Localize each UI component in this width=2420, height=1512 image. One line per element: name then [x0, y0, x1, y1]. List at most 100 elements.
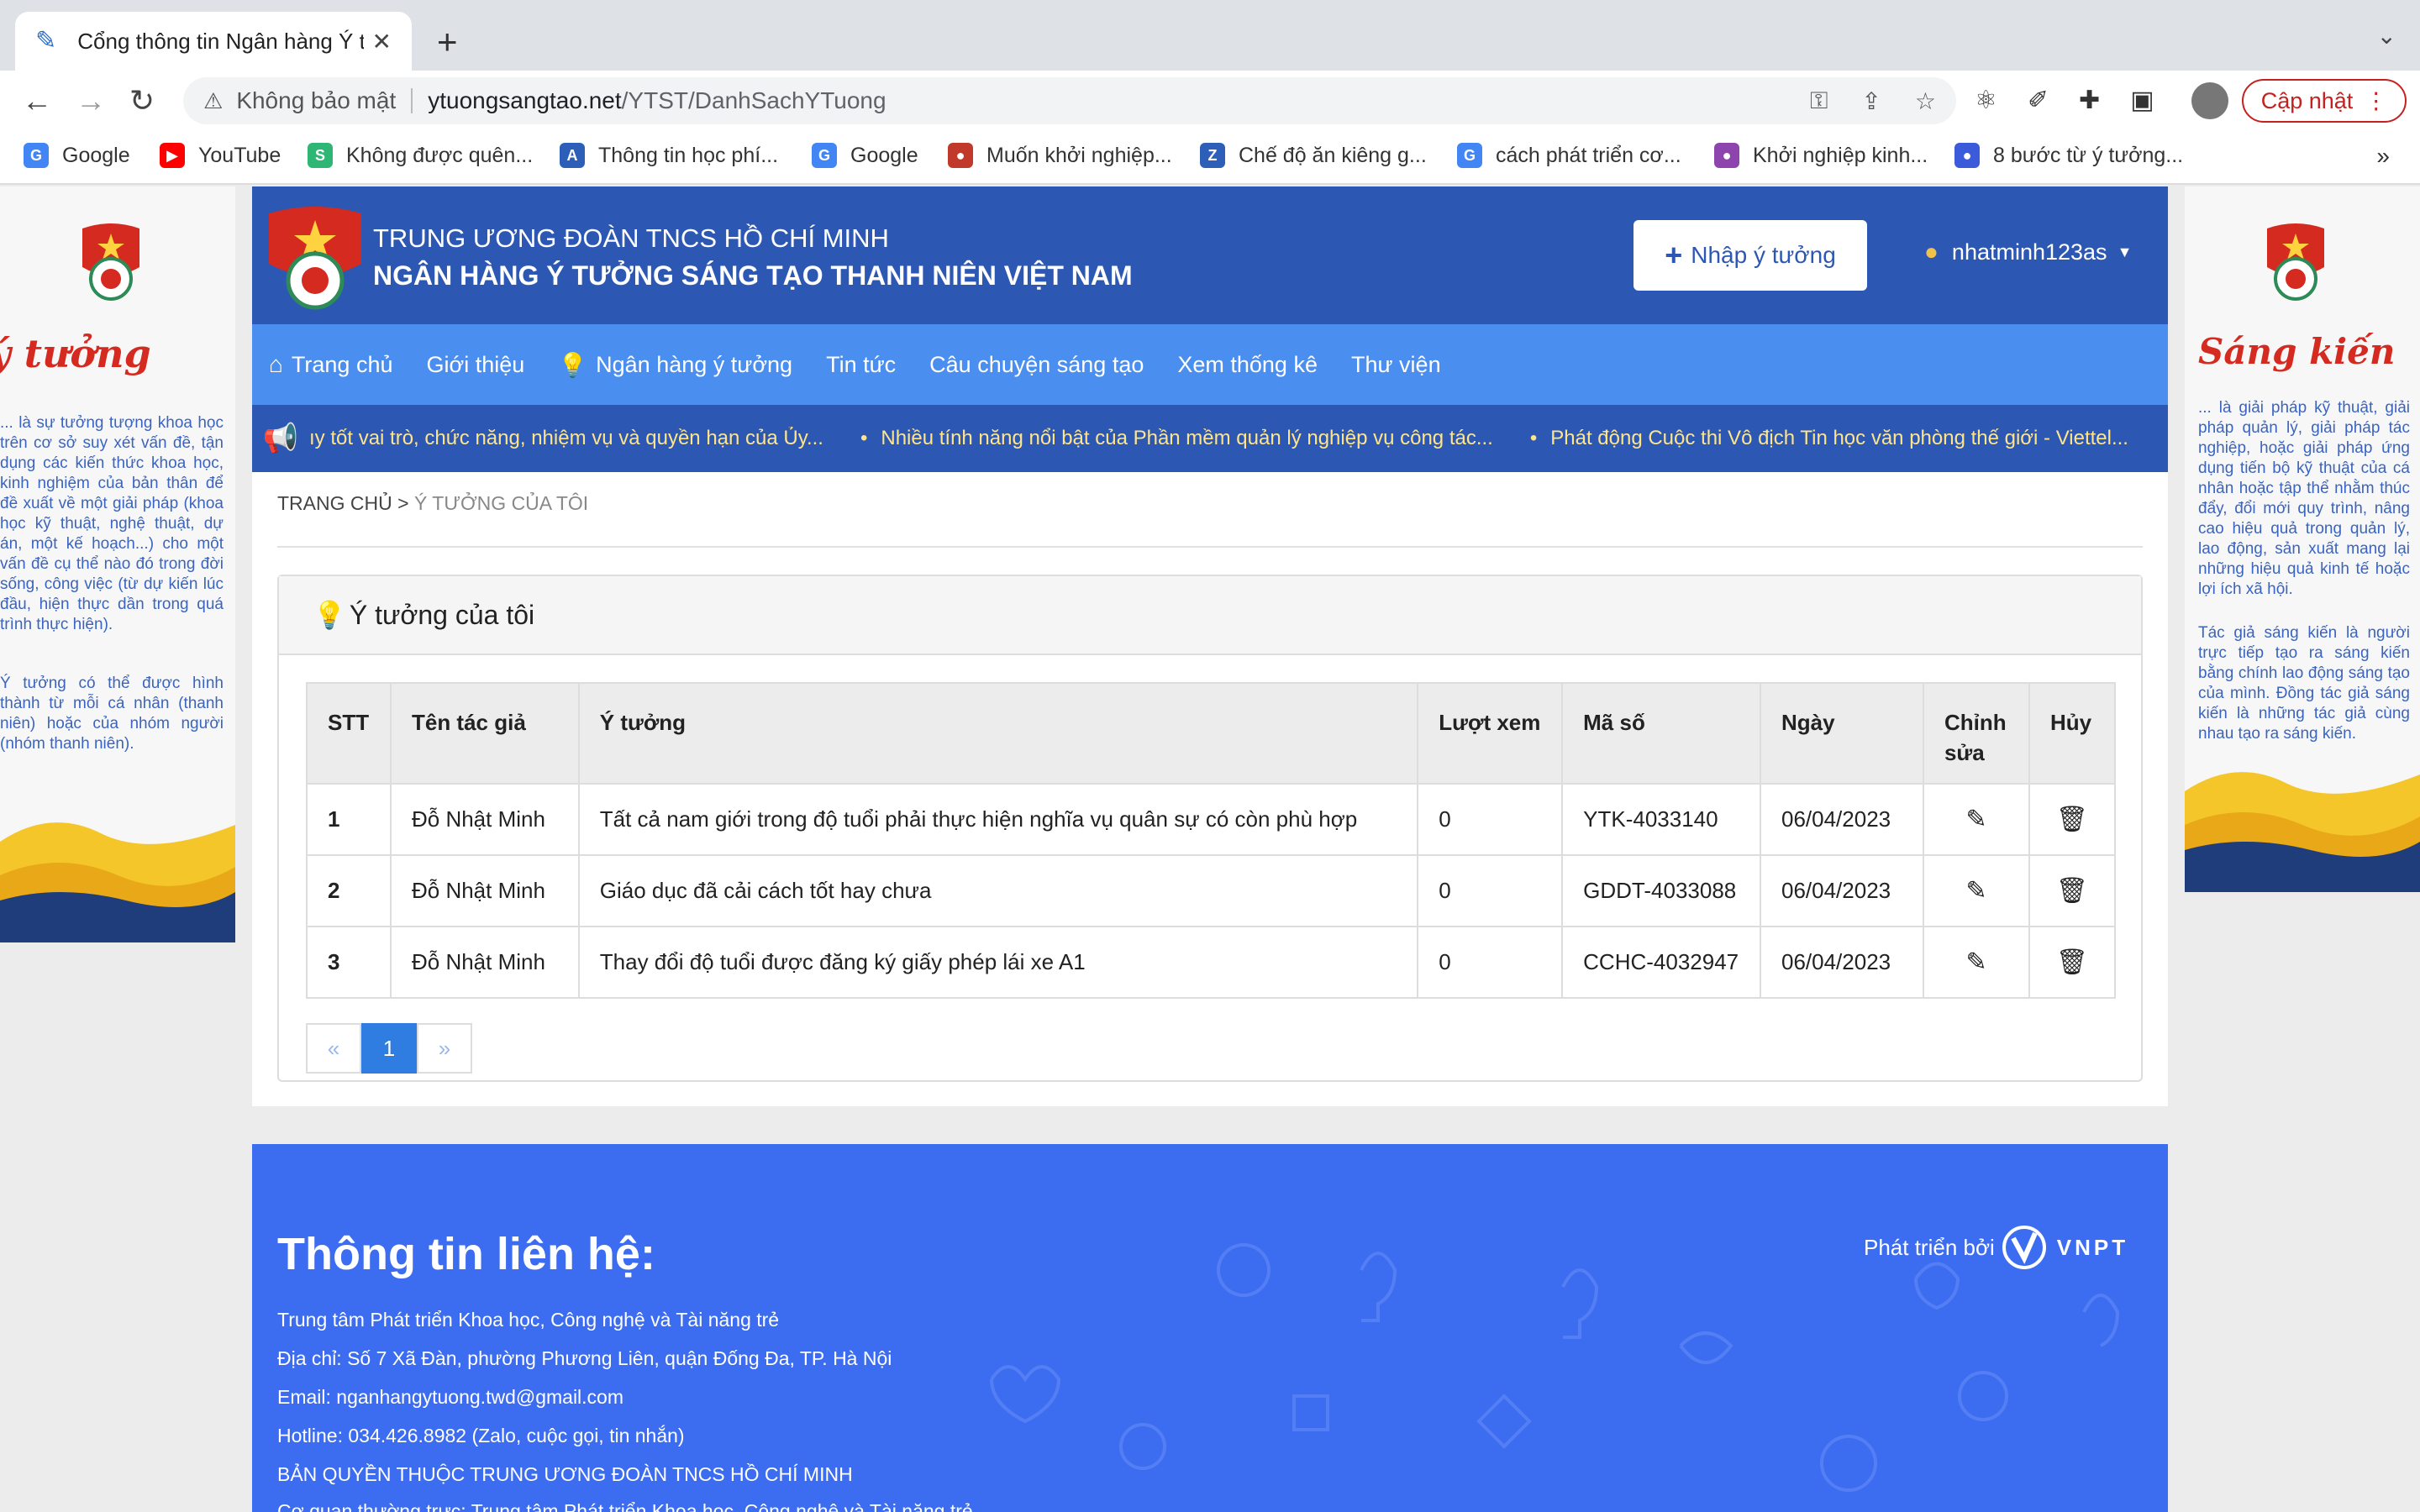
reload-icon[interactable]: ↻: [129, 82, 155, 119]
key-icon[interactable]: ⚿: [1810, 87, 1828, 115]
edit-icon[interactable]: ✎: [1922, 926, 2030, 999]
breadcrumb-home[interactable]: TRANG CHỦ: [277, 492, 392, 514]
site-header: TRUNG ƯƠNG ĐOÀN TNCS HỒ CHÍ MINH NGÂN HÀ…: [252, 186, 2168, 324]
bookmark-item[interactable]: ▶ YouTube: [160, 143, 281, 168]
footer-line[interactable]: Email: nganhangytuong.twd@gmail.com: [277, 1386, 623, 1409]
kebab-menu-icon[interactable]: ⋮: [2365, 88, 2387, 114]
ticker-item[interactable]: Nhiều tính năng nổi bật của Phần mềm quả…: [860, 427, 1492, 450]
user-menu[interactable]: ● nhatminh123as ▼: [1924, 239, 2132, 265]
nav-label: Xem thống kê: [1177, 351, 1318, 377]
bookmark-item[interactable]: G Google: [812, 143, 918, 168]
pagination-prev[interactable]: «: [306, 1023, 361, 1074]
bookmark-item[interactable]: ● Muốn khởi nghiệp...: [948, 143, 1172, 168]
cell-idea[interactable]: Giáo dục đã cải cách tốt hay chưa: [577, 854, 1419, 927]
nav-item-idea-bank[interactable]: 💡 Ngân hàng ý tưởng: [558, 351, 792, 379]
nav-item-news[interactable]: Tin tức: [826, 352, 896, 378]
ticker-item[interactable]: Phát động Cuộc thi Vô địch Tin học văn p…: [1530, 427, 2128, 450]
username: nhatminh123as: [1951, 239, 2107, 265]
warning-triangle-icon[interactable]: ⚠: [203, 88, 223, 114]
cell-idea[interactable]: Tất cả nam giới trong độ tuổi phải thực …: [577, 783, 1419, 856]
main-container: TRUNG ƯƠNG ĐOÀN TNCS HỒ CHÍ MINH NGÂN HÀ…: [252, 186, 2168, 1106]
profile-avatar[interactable]: [2191, 82, 2228, 119]
nav-item-statistics[interactable]: Xem thống kê: [1177, 352, 1318, 378]
web-page: ý tưởng ... là sự tưởng tượng khoa học t…: [0, 186, 2420, 1512]
submit-idea-button[interactable]: + Nhập ý tưởng: [1634, 220, 1867, 291]
footer-line: Địa chỉ: Số 7 Xã Đàn, phường Phương Liên…: [277, 1347, 892, 1369]
edit-icon[interactable]: ✎: [1922, 854, 2030, 927]
bookmark-label: YouTube: [198, 143, 281, 167]
footer-line: Hotline: 034.426.8982 (Zalo, cuộc gọi, t…: [277, 1425, 685, 1446]
site-footer: Thông tin liên hệ: Trung tâm Phát triển …: [252, 1144, 2168, 1512]
table-header-row: STT Tên tác giả Ý tưởng Lượt xem Mã số N…: [306, 682, 2117, 785]
trash-icon[interactable]: 🗑: [2028, 854, 2117, 927]
pagination: « 1 »: [306, 1023, 472, 1074]
nav-item-stories[interactable]: Câu chuyện sáng tạo: [929, 352, 1144, 378]
new-tab-button[interactable]: +: [437, 18, 458, 66]
url-text[interactable]: ytuongsangtao.net/YTST/DanhSachYTuong: [428, 87, 886, 114]
bookmark-item[interactable]: Gcách phát triển cơ...: [1457, 143, 1681, 168]
side-panel-icon[interactable]: ▣: [2130, 86, 2154, 115]
news-ticker: 📢 ıy tốt vai trò, chức năng, nhiệm vụ và…: [252, 405, 2168, 472]
edit-icon[interactable]: ✎: [1922, 783, 2030, 856]
cell-idea[interactable]: Thay đổi độ tuổi được đăng ký giấy phép …: [577, 926, 1419, 999]
forward-arrow-icon[interactable]: →: [76, 82, 106, 119]
pagination-next[interactable]: »: [417, 1023, 472, 1074]
update-label: Cập nhật: [2260, 87, 2354, 113]
bookmarks-overflow-button[interactable]: »: [2376, 143, 2390, 170]
bookmark-item[interactable]: A Thông tin học phí...: [560, 143, 778, 168]
side-heading: Sáng kiến: [2198, 331, 2396, 372]
share-icon[interactable]: ⇪: [1861, 87, 1881, 115]
tab-search-chevron-icon[interactable]: ⌄: [2377, 22, 2396, 50]
react-devtools-icon[interactable]: ⚛: [1975, 86, 1997, 115]
site-logo-icon: ●: [948, 143, 973, 168]
developer-credit[interactable]: Phát triển bởi VNPT: [1864, 1225, 2128, 1270]
cell-views: 0: [1417, 854, 1564, 927]
trash-icon[interactable]: 🗑: [2028, 783, 2117, 856]
tab-close-icon[interactable]: ✕: [372, 28, 392, 55]
browser-tab[interactable]: ✎ Cổng thông tin Ngân hàng Ý tưởng ✕: [15, 12, 412, 71]
cell-views: 0: [1417, 783, 1564, 856]
bookmark-item[interactable]: S Không được quên...: [308, 143, 533, 168]
bookmark-item[interactable]: ● Khởi nghiệp kinh...: [1714, 143, 1928, 168]
panel-header: 💡 Ý tưởng của tôi: [279, 576, 2141, 655]
cell-stt: 1: [306, 783, 392, 856]
bookmark-item[interactable]: Z Chế độ ăn kiêng g...: [1200, 143, 1427, 168]
home-icon: ⌂: [269, 351, 283, 377]
nav-item-home[interactable]: ⌂ Trang chủ: [269, 351, 393, 378]
site-logo-icon[interactable]: [262, 205, 368, 311]
back-arrow-icon[interactable]: ←: [22, 82, 52, 119]
divider: [277, 546, 2143, 548]
side-paragraph: Ý tưởng có thể được hình thành từ mỗi cá…: [0, 675, 224, 753]
bookmark-label: Muốn khởi nghiệp...: [986, 143, 1172, 167]
browser-tab-bar: ✎ Cổng thông tin Ngân hàng Ý tưởng ✕ + ⌄: [0, 0, 2420, 71]
bookmark-label: Thông tin học phí...: [598, 143, 779, 167]
bookmark-item[interactable]: ● 8 bước từ ý tưởng...: [1954, 143, 2183, 168]
bookmark-star-icon[interactable]: ☆: [1915, 87, 1936, 115]
submit-idea-label: Nhập ý tưởng: [1691, 242, 1836, 268]
google-icon: G: [812, 143, 837, 168]
side-paragraph: ... là sự tưởng tượng khoa học trên cơ s…: [0, 414, 224, 633]
bookmark-label: 8 bước từ ý tưởng...: [1993, 143, 2184, 167]
security-status[interactable]: Không bảo mật: [236, 87, 396, 114]
column-header: Chỉnh sửa: [1922, 682, 2030, 785]
youth-union-emblem-icon: [2267, 223, 2324, 301]
megaphone-icon: 📢: [262, 423, 299, 454]
nav-item-library[interactable]: Thư viện: [1351, 352, 1441, 378]
bookmark-label: Chế độ ăn kiêng g...: [1239, 143, 1427, 167]
cell-author: Đỗ Nhật Minh: [389, 783, 580, 856]
table-row: 2 Đỗ Nhật Minh Giáo dục đã cải cách tốt …: [306, 854, 2117, 927]
column-header: Hủy: [2028, 682, 2117, 785]
google-icon: G: [24, 143, 49, 168]
lightbulb-icon: 💡: [313, 600, 346, 630]
trash-icon[interactable]: 🗑: [2028, 926, 2117, 999]
update-button[interactable]: Cập nhật ⋮: [2242, 79, 2407, 123]
ticker-item[interactable]: ıy tốt vai trò, chức năng, nhiệm vụ và q…: [309, 427, 823, 450]
nav-item-about[interactable]: Giới thiệu: [427, 352, 525, 378]
puzzle-extensions-icon[interactable]: ✚: [2079, 86, 2100, 115]
address-bar[interactable]: ⚠ Không bảo mật ytuongsangtao.net/YTST/D…: [183, 77, 1956, 124]
bookmark-item[interactable]: G Google: [24, 143, 130, 168]
pagination-page[interactable]: 1: [361, 1023, 417, 1074]
color-picker-extension-icon[interactable]: ✐: [2028, 86, 2049, 115]
bookmark-label: Google: [850, 143, 918, 167]
decorative-waves: [2185, 772, 2420, 892]
